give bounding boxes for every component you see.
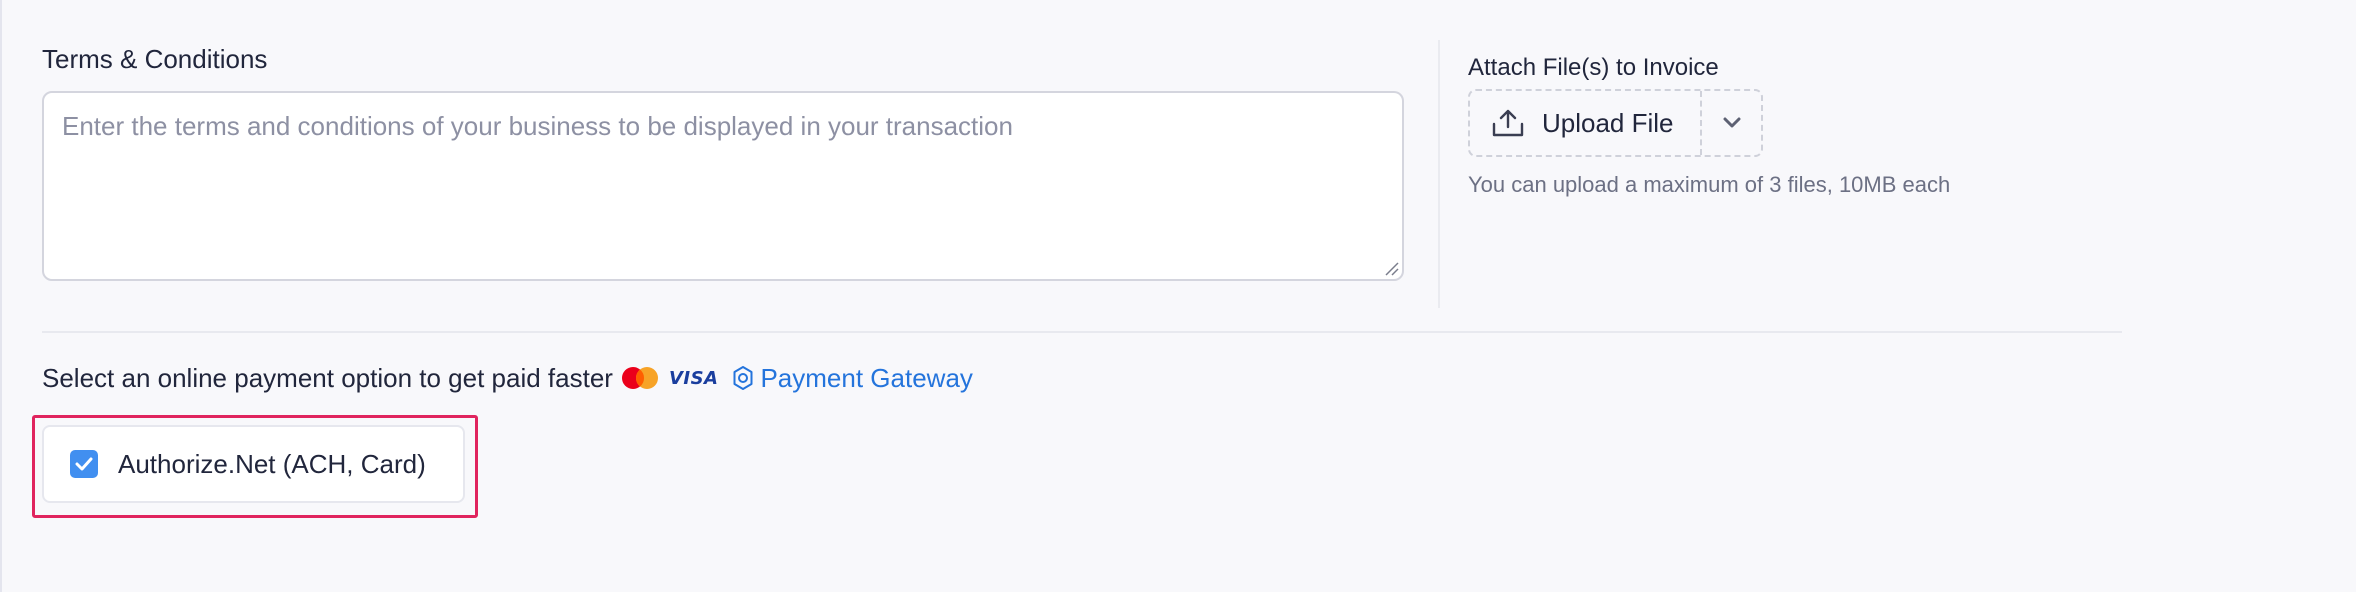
upload-limit-hint: You can upload a maximum of 3 files, 10M…: [1468, 172, 1951, 197]
payment-gateway-label: Payment Gateway: [760, 362, 973, 393]
section-divider: [42, 331, 2122, 333]
left-border: [0, 0, 2, 592]
payment-options-header: Select an online payment option to get p…: [42, 358, 973, 398]
payment-gateway-link[interactable]: Payment Gateway: [730, 362, 973, 394]
authorize-net-label: Authorize.Net (ACH, Card): [118, 448, 426, 479]
upload-file-group: Upload File: [1468, 89, 1763, 157]
upload-file-label: Upload File: [1542, 107, 1674, 138]
upload-options-dropdown[interactable]: [1702, 91, 1761, 155]
payment-option-authorize-net[interactable]: Authorize.Net (ACH, Card): [42, 425, 465, 503]
terms-placeholder: Enter the terms and conditions of your b…: [62, 111, 1013, 141]
terms-label: Terms & Conditions: [42, 44, 268, 74]
chevron-down-icon: [1723, 117, 1740, 128]
authorize-net-checkbox[interactable]: [70, 450, 98, 478]
upload-icon: [1492, 109, 1524, 137]
visa-icon: VISA: [668, 367, 719, 389]
column-divider: [1438, 40, 1440, 308]
gear-icon: [733, 366, 753, 390]
checkmark-icon: [75, 457, 93, 471]
upload-file-button[interactable]: Upload File: [1470, 91, 1700, 155]
payment-prompt: Select an online payment option to get p…: [42, 362, 613, 393]
resize-handle-icon[interactable]: [1383, 260, 1399, 276]
attach-files-label: Attach File(s) to Invoice: [1468, 54, 1719, 81]
terms-textarea[interactable]: Enter the terms and conditions of your b…: [42, 91, 1404, 281]
mastercard-icon: [621, 367, 658, 389]
